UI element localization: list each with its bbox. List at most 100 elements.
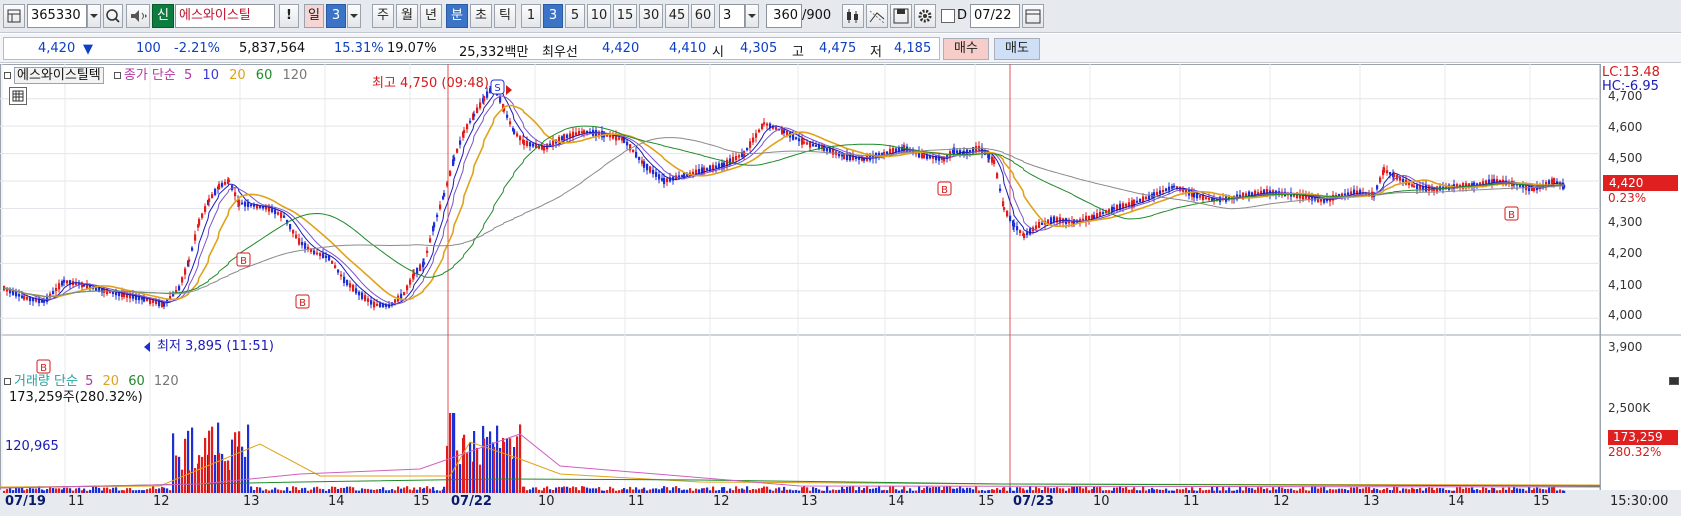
volume-bar [889, 486, 892, 493]
volume-bar [866, 486, 869, 493]
x-axis-label: 15 [413, 494, 430, 509]
volume-bar [1006, 490, 1009, 493]
volume-bar [1485, 487, 1488, 493]
panel-collapse-icon[interactable] [1669, 377, 1679, 385]
count-max-label: /900 [802, 8, 832, 23]
volume-bar [1275, 489, 1278, 493]
candle-style-icon[interactable] [842, 4, 864, 28]
candle-body [1344, 193, 1347, 196]
date-checkbox[interactable] [941, 9, 955, 23]
period-year-button[interactable]: 년 [420, 4, 442, 28]
volume-bar [1502, 487, 1505, 493]
volume-tag: 173,259 [1608, 430, 1678, 445]
volume-bar [978, 490, 981, 493]
volume-bar [1396, 486, 1399, 493]
period-second-button[interactable]: 초 [470, 4, 492, 28]
volume-bar [1213, 490, 1216, 493]
volume-bar [912, 490, 915, 493]
legend-ma-title: 종가 단순 [123, 68, 176, 83]
candle-body [506, 114, 509, 118]
volume-bar [915, 490, 918, 493]
sell-button[interactable]: 매도 [994, 38, 1040, 60]
x-axis-label: 13 [1363, 494, 1380, 509]
candle-body [1389, 172, 1392, 175]
candle-body [1029, 228, 1032, 235]
period-minute-button[interactable]: 분 [446, 4, 468, 28]
volume-bar [1211, 486, 1214, 493]
candle-body [325, 255, 328, 258]
volume-bar [262, 490, 265, 493]
volume-bar [364, 488, 367, 493]
candle-body [1038, 221, 1041, 228]
candle-body [61, 281, 64, 286]
volume-bar [161, 486, 164, 493]
volume-bar [1136, 490, 1139, 493]
interval-input[interactable]: 3 [719, 4, 745, 28]
volume-bar [453, 413, 456, 493]
chevron-down-icon[interactable] [347, 4, 361, 28]
candle-body [632, 149, 635, 153]
layout-icon[interactable] [3, 4, 25, 28]
volume-bar [1326, 490, 1329, 493]
volume-bar [569, 487, 572, 493]
chevron-down-icon[interactable] [87, 4, 101, 28]
volume-bar [946, 486, 949, 493]
volume-bar [726, 490, 729, 493]
volume-bar [929, 487, 932, 493]
buy-button[interactable]: 매수 [943, 38, 989, 60]
legend-stock-name[interactable]: 에스와이스틸텍 [14, 67, 104, 84]
minute-option-10[interactable]: 10 [587, 4, 611, 28]
price-chart[interactable]: B B B B B S [0, 64, 1681, 516]
grid-settings-icon[interactable] [9, 87, 27, 105]
volume-bar [1065, 490, 1068, 493]
volume-bar [1142, 486, 1145, 493]
volume-bar [331, 486, 334, 493]
candle-body [509, 121, 512, 125]
volume-bar [283, 490, 286, 493]
legend-toggle-icon[interactable] [4, 378, 11, 385]
volume-bar [1119, 486, 1122, 493]
save-icon[interactable] [890, 4, 912, 28]
candle-body [352, 284, 355, 292]
candle-body [1156, 191, 1159, 196]
crosshair-icon[interactable] [866, 4, 888, 28]
chart-area[interactable]: B B B B B S 에스와이스틸텍 종가 단순 5 10 20 60 120 최고 4… [0, 64, 1681, 516]
period-day-button[interactable]: 일 [304, 4, 324, 28]
chart-legend: 에스와이스틸텍 종가 단순 5 10 20 60 120 [4, 67, 307, 84]
minute-option-60[interactable]: 60 [691, 4, 715, 28]
legend-toggle-icon[interactable] [4, 72, 11, 79]
volume-bar [129, 488, 132, 493]
minute-option-3[interactable]: 3 [543, 4, 563, 28]
count-input[interactable]: 360 [766, 4, 802, 28]
volume-bar [601, 490, 604, 493]
volume-bar [872, 488, 875, 493]
stock-code-input[interactable]: 365330 [27, 4, 87, 28]
legend-toggle-icon[interactable] [113, 72, 121, 79]
search-icon[interactable] [103, 4, 123, 28]
candle-body [446, 182, 449, 186]
gear-icon[interactable] [914, 4, 936, 28]
volume-bar [938, 486, 941, 493]
minute-option-30[interactable]: 30 [639, 4, 663, 28]
volume-bar [1323, 486, 1326, 493]
minute-option-1[interactable]: 1 [521, 4, 541, 28]
period-day-count[interactable]: 3 [326, 4, 346, 28]
chevron-down-icon[interactable] [745, 4, 759, 28]
minute-option-45[interactable]: 45 [665, 4, 689, 28]
volume-bar [566, 486, 569, 493]
volume-bar [403, 487, 406, 493]
minute-option-15[interactable]: 15 [613, 4, 637, 28]
calendar-icon[interactable] [1022, 4, 1044, 28]
candle-body [758, 129, 761, 133]
speaker-icon[interactable] [126, 4, 150, 28]
period-tick-button[interactable]: 틱 [494, 4, 516, 28]
volume-bar [1422, 490, 1425, 493]
period-month-button[interactable]: 월 [396, 4, 418, 28]
stock-name-field[interactable]: 에스와이스틸 [175, 4, 275, 28]
date-input[interactable]: 07/22 [970, 4, 1020, 28]
minute-option-5[interactable]: 5 [565, 4, 585, 28]
alert-button[interactable]: ! [279, 4, 299, 28]
period-week-button[interactable]: 주 [372, 4, 394, 28]
volume-bar [307, 490, 310, 493]
candle-body [929, 155, 932, 159]
